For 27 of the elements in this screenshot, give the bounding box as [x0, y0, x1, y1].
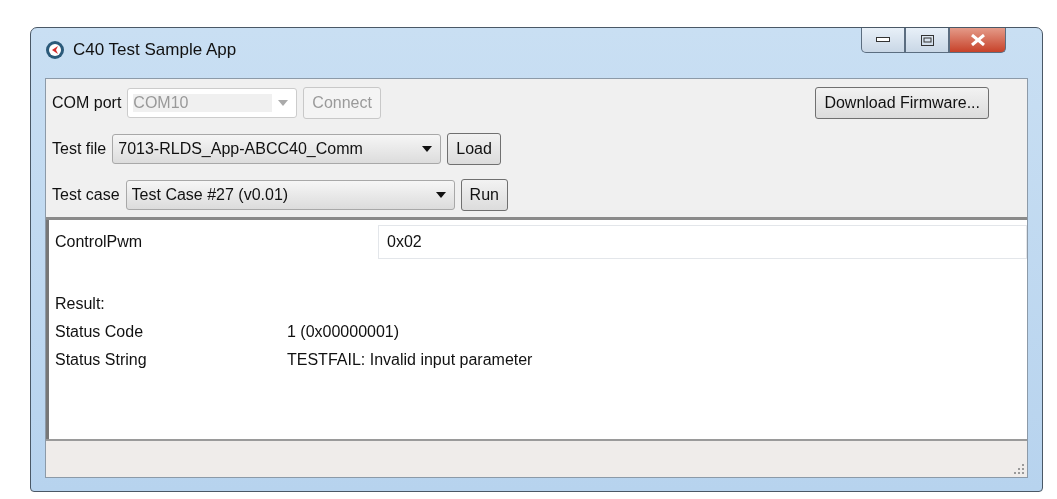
- dropdown-arrow-icon: [435, 192, 446, 198]
- download-firmware-button[interactable]: Download Firmware...: [815, 87, 989, 119]
- parameter-value-field[interactable]: 0x02: [378, 225, 1027, 259]
- maximize-button[interactable]: [905, 28, 949, 53]
- minimize-icon: [876, 37, 890, 43]
- parameter-name: ControlPwm: [55, 233, 144, 251]
- dropdown-arrow-icon: [422, 146, 433, 152]
- result-heading: Result:: [55, 295, 106, 313]
- minimize-button[interactable]: [861, 28, 905, 53]
- close-button[interactable]: [949, 28, 1006, 53]
- window-title: C40 Test Sample App: [73, 40, 237, 60]
- test-case-label: Test case: [52, 186, 120, 204]
- test-file-label: Test file: [52, 140, 107, 158]
- test-case-dropdown[interactable]: Test Case #27 (v0.01): [125, 180, 455, 210]
- maximize-icon: [920, 34, 934, 46]
- test-file-dropdown[interactable]: 7013-RLDS_App-ABCC40_Comm: [112, 134, 442, 164]
- resize-grip-icon: [1014, 464, 1024, 474]
- result-name: Status String: [55, 351, 148, 369]
- dropdown-arrow-icon: [278, 100, 289, 106]
- result-name: Status Code: [55, 323, 145, 341]
- result-value: 1 (0x00000001): [287, 323, 400, 341]
- close-icon: [969, 34, 986, 46]
- com-port-label: COM port: [52, 94, 122, 112]
- run-button[interactable]: Run: [460, 179, 508, 211]
- load-button[interactable]: Load: [447, 133, 501, 165]
- app-logo-icon: [45, 40, 65, 60]
- result-value: TESTFAIL: Invalid input parameter: [287, 351, 533, 369]
